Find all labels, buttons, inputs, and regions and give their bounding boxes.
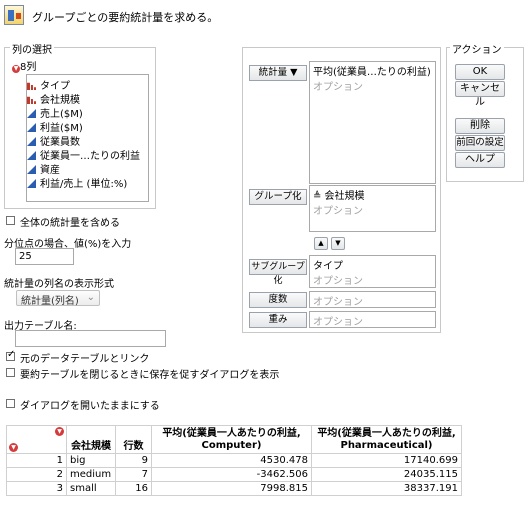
keep-open-checkbox[interactable] [6, 399, 15, 408]
list-item[interactable]: 会社規模 [27, 94, 80, 108]
continuous-icon [27, 137, 36, 146]
link-original-checkbox[interactable] [6, 349, 15, 361]
actions-legend: アクション [450, 41, 504, 56]
weight-dropzone[interactable]: オプション [309, 311, 436, 328]
column-list[interactable]: タイプ 会社規模 売上($M) 利益($M) 従業員数 従業員一…たりの利益 資… [26, 74, 149, 202]
subgroup-option: オプション [313, 276, 363, 287]
col-header-computer[interactable]: 平均(従業員一人あたりの利益, Computer) [151, 425, 312, 454]
help-button[interactable]: ヘルプ [455, 152, 505, 168]
group-by-option: オプション [313, 206, 363, 217]
include-overall-checkbox[interactable] [6, 216, 15, 225]
group-by-dropzone[interactable]: ≜ 会社規模 オプション [309, 185, 436, 232]
move-up-button[interactable]: ▲ [314, 237, 328, 250]
list-item[interactable]: 売上($M) [27, 108, 83, 122]
continuous-icon [27, 179, 36, 188]
continuous-icon [27, 123, 36, 132]
prompt-save-label: 要約テーブルを閉じるときに保存を促すダイアログを表示 [20, 370, 280, 381]
link-original-label: 元のデータテーブルとリンク [20, 354, 150, 365]
stat-col-name-select[interactable]: 統計量(列名) ⌄ [16, 290, 100, 307]
col-header-pharma[interactable]: 平均(従業員一人あたりの利益, Pharmaceutical) [311, 425, 462, 454]
col-header-count[interactable]: 行数 [115, 425, 152, 454]
table-row[interactable]: 3 small 16 7998.815 38337.191 [6, 481, 462, 496]
keep-open-label: ダイアログを開いたままにする [20, 401, 160, 412]
continuous-icon [27, 109, 36, 118]
list-item[interactable]: 利益/売上 (単位:%) [27, 178, 127, 192]
nominal-icon [27, 82, 36, 90]
statistics-value[interactable]: 平均(従業員…たりの利益) [313, 63, 432, 78]
recall-button[interactable]: 前回の設定 [455, 135, 505, 151]
continuous-icon [27, 151, 36, 160]
list-item[interactable]: 従業員数 [27, 136, 80, 150]
group-by-button[interactable]: グループ化 [249, 189, 307, 205]
group-by-value[interactable]: ≜ 会社規模 [313, 187, 432, 202]
dialog-title: グループごとの要約統計量を求める。 [32, 11, 219, 24]
quantile-input[interactable] [15, 248, 74, 265]
statistics-dropzone[interactable]: 平均(従業員…たりの利益) オプション [309, 61, 436, 184]
weight-button[interactable]: 重み [249, 312, 307, 328]
column-menu-icon[interactable]: ▼ [55, 427, 64, 436]
subgroup-value[interactable]: タイプ [313, 257, 432, 272]
expand-icon[interactable]: ▼ [12, 65, 20, 73]
table-header-row: ▼ ▼ 会社規模 行数 平均(従業員一人あたりの利益, Computer) 平均(… [6, 425, 462, 454]
list-item[interactable]: 利益($M) [27, 122, 83, 136]
ok-button[interactable]: OK [455, 64, 505, 80]
move-down-button[interactable]: ▼ [331, 237, 345, 250]
result-table: ▼ ▼ 会社規模 行数 平均(従業員一人あたりの利益, Computer) 平均(… [6, 425, 462, 496]
col-header-size[interactable]: 会社規模 [66, 425, 116, 454]
continuous-icon [27, 165, 36, 174]
column-count[interactable]: ▼ 8列 [12, 58, 36, 73]
prompt-save-checkbox[interactable] [6, 368, 15, 377]
table-row[interactable]: 1 big 9 4530.478 17140.699 [6, 453, 462, 468]
statistics-button[interactable]: 統計量 ▼ [249, 65, 307, 81]
stat-col-name-label: 統計量の列名の表示形式 [4, 279, 114, 290]
list-item[interactable]: 従業員一…たりの利益 [27, 150, 140, 164]
column-select-legend: 列の選択 [10, 41, 54, 56]
frequency-option: オプション [313, 297, 363, 308]
weight-option: オプション [313, 317, 363, 328]
subgroup-dropzone[interactable]: タイプ オプション [309, 255, 436, 288]
list-item[interactable]: タイプ [27, 80, 70, 94]
subgroup-button[interactable]: サブグループ化 [249, 259, 307, 286]
frequency-dropzone[interactable]: オプション [309, 291, 436, 308]
cancel-button[interactable]: キャンセル [455, 81, 505, 108]
include-overall-label: 全体の統計量を含める [20, 218, 120, 229]
output-table-input[interactable] [15, 330, 166, 347]
table-row[interactable]: 2 medium 7 -3462.506 24035.115 [6, 467, 462, 482]
row-menu-icon[interactable]: ▼ [9, 443, 18, 452]
remove-button[interactable]: 削除 [455, 118, 505, 134]
corner-cell[interactable]: ▼ ▼ [6, 425, 67, 454]
list-item[interactable]: 資産 [27, 164, 60, 178]
frequency-button[interactable]: 度数 [249, 292, 307, 308]
statistics-option: オプション [313, 82, 363, 93]
chevron-down-icon: ⌄ [86, 292, 95, 303]
summary-icon [4, 5, 24, 25]
nominal-icon [27, 96, 36, 104]
